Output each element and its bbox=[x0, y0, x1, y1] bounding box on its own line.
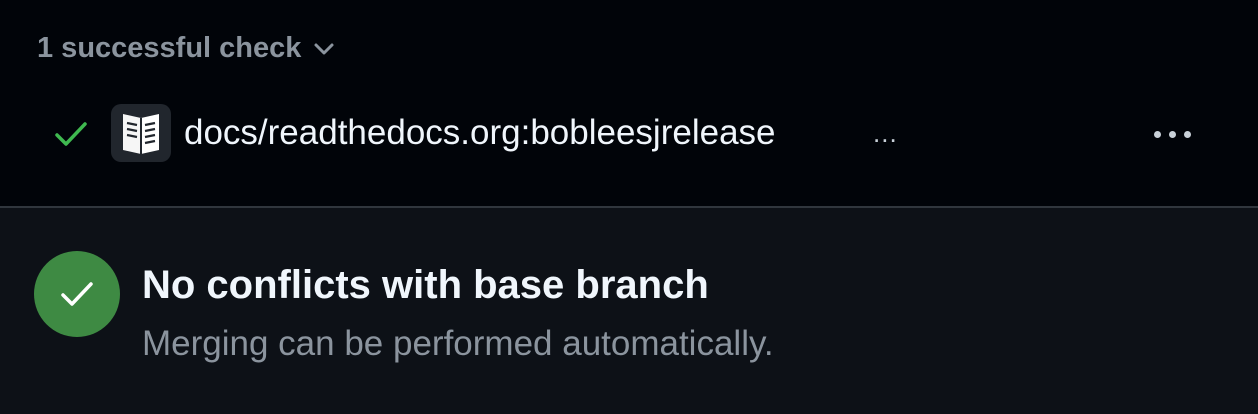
checks-summary-toggle[interactable]: 1 successful check bbox=[37, 32, 335, 65]
merge-status-subtitle: Merging can be performed automatically. bbox=[142, 324, 774, 363]
merge-status-title: No conflicts with base branch bbox=[142, 263, 709, 307]
check-name-link[interactable]: docs/readthedocs.org:bobleesjrelease bbox=[184, 113, 776, 153]
checks-section: 1 successful check docs/readthedocs.org:… bbox=[0, 0, 1258, 206]
checks-summary-label: 1 successful check bbox=[37, 32, 302, 64]
readthedocs-logo-icon bbox=[111, 104, 171, 162]
check-icon bbox=[54, 119, 88, 149]
merge-status-section: No conflicts with base branch Merging ca… bbox=[0, 208, 1258, 414]
check-row: docs/readthedocs.org:bobleesjrelease ... bbox=[0, 104, 1258, 162]
check-circle-icon bbox=[34, 251, 120, 337]
check-description-ellipsis: ... bbox=[873, 118, 898, 148]
chevron-down-icon bbox=[313, 42, 335, 56]
kebab-horizontal-icon[interactable] bbox=[1146, 116, 1198, 152]
